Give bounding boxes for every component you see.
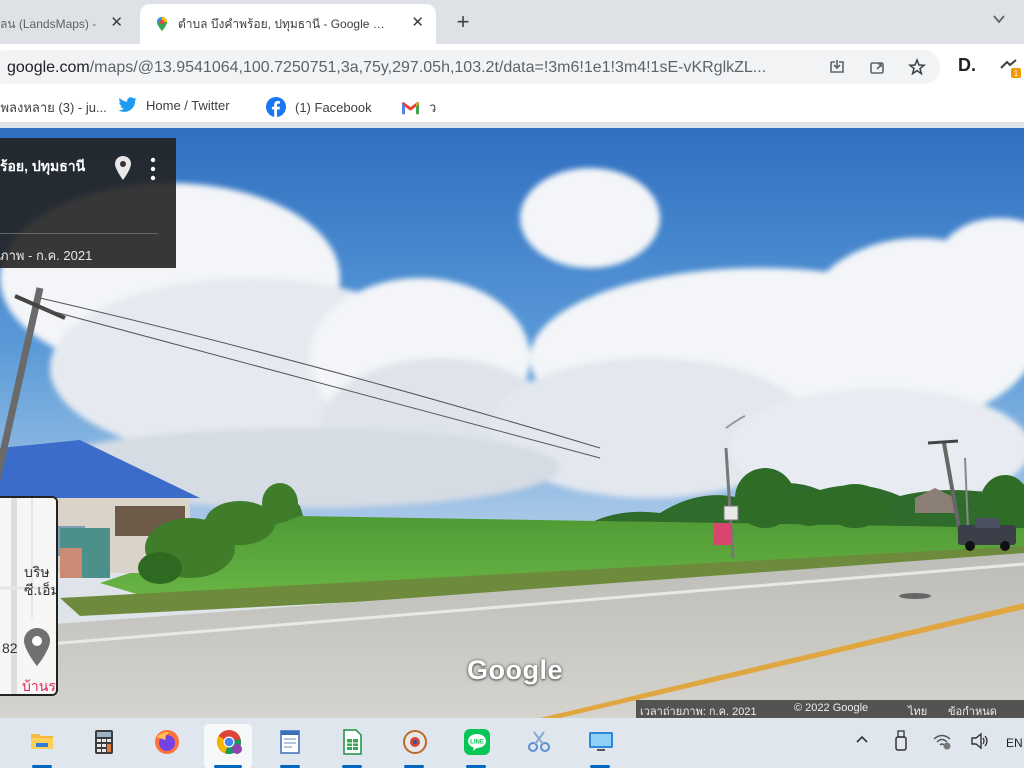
bookmark-twitter[interactable]: Home / Twitter xyxy=(118,97,230,113)
input-language-indicator[interactable]: EN xyxy=(1006,736,1023,750)
chrome-icon xyxy=(216,730,242,754)
tab-close-icon[interactable]: ✕ xyxy=(110,15,123,30)
taskbar-file-explorer[interactable] xyxy=(18,724,66,768)
bookmark-label: เพลงหลาย (3) - ju... xyxy=(0,100,107,115)
more-options-icon[interactable] xyxy=(146,156,160,182)
attribution-language[interactable]: ไทย xyxy=(908,702,927,718)
facebook-icon xyxy=(266,97,286,117)
taskbar-line[interactable]: LINE xyxy=(452,724,500,768)
photo-viewer-icon xyxy=(403,730,427,754)
svg-text:1: 1 xyxy=(1014,69,1019,78)
card-divider xyxy=(0,233,158,234)
taskbar-snipping-tool[interactable] xyxy=(514,724,562,768)
tab-title: ลน (LandsMaps) - xyxy=(0,16,97,31)
roadside-sign xyxy=(714,523,732,545)
share-icon[interactable] xyxy=(868,58,886,76)
street-view-panorama[interactable]: ร้อย, ปทุมธานี ภาพ - ก.ค. 2021 บริษ ซี.เ… xyxy=(0,128,1024,718)
attribution-terms[interactable]: ข้อกำหนด xyxy=(948,702,997,718)
taskbar-remote-desktop[interactable] xyxy=(576,724,624,768)
google-maps-favicon-icon xyxy=(157,17,167,31)
bookmark-facebook[interactable]: (1) Facebook xyxy=(266,97,372,117)
roadside-sign-small xyxy=(723,505,739,521)
tab-close-icon[interactable]: ✕ xyxy=(411,15,424,30)
windows-taskbar: LINE EN xyxy=(0,718,1024,768)
bookmark-item[interactable]: เพลงหลาย (3) - ju... xyxy=(0,97,107,118)
address-bar[interactable]: google.com/maps/@13.9541064,100.7250751,… xyxy=(0,50,940,84)
snipping-tool-icon xyxy=(528,731,550,752)
google-logo: Google xyxy=(467,655,563,685)
profile-extension-icon[interactable]: D. xyxy=(958,55,976,76)
location-info-card: ร้อย, ปทุมธานี ภาพ - ก.ค. 2021 xyxy=(0,138,176,268)
volume-icon[interactable] xyxy=(970,732,990,750)
usb-device-icon[interactable] xyxy=(895,730,907,752)
taskbar-calculator[interactable] xyxy=(80,724,128,768)
url-host: google.com xyxy=(7,59,90,76)
twitter-icon xyxy=(118,97,137,112)
install-app-icon[interactable] xyxy=(828,58,846,76)
manhole xyxy=(899,593,931,599)
taskbar-firefox[interactable] xyxy=(142,724,190,768)
extension-update-icon[interactable]: 1 xyxy=(998,56,1022,80)
tab-landsmaps[interactable]: ลน (LandsMaps) - ✕ xyxy=(0,4,135,44)
mini-map-label: ซี.เอ็ม xyxy=(24,582,58,598)
map-pin-icon xyxy=(24,628,50,666)
place-title: ร้อย, ปทุมธานี xyxy=(0,158,86,174)
network-icon[interactable] xyxy=(932,732,952,750)
capture-date[interactable]: ภาพ - ก.ค. 2021 xyxy=(0,245,92,266)
tab-search-chevron-icon[interactable] xyxy=(992,12,1006,26)
bookmark-label: ว xyxy=(429,100,437,115)
bookmark-star-icon[interactable] xyxy=(908,58,926,76)
taskbar-photo-viewer[interactable] xyxy=(390,724,438,768)
spreadsheet-icon xyxy=(343,729,362,755)
bookmark-label: Home / Twitter xyxy=(146,97,230,113)
line-icon: LINE xyxy=(464,729,490,755)
new-tab-plus-icon[interactable]: + xyxy=(450,9,476,35)
browser-toolbar: google.com/maps/@13.9541064,100.7250751,… xyxy=(0,44,1024,90)
bookmark-gmail[interactable]: ว xyxy=(401,97,436,118)
calculator-icon xyxy=(95,730,113,754)
tab-strip: ลน (LandsMaps) - ✕ ตำบล บึงคำพร้อย, ปทุม… xyxy=(0,0,1024,44)
mini-map-label: 82 xyxy=(2,640,18,656)
bookmark-label: (1) Facebook xyxy=(295,99,372,115)
url-path: /maps/@13.9541064,100.7250751,3a,75y,297… xyxy=(89,59,767,76)
remote-desktop-icon xyxy=(589,732,613,751)
attribution-bar: เวลาถ่ายภาพ: ก.ค. 2021 © 2022 Google ไทย… xyxy=(636,700,1024,718)
firefox-icon xyxy=(155,730,179,754)
bookmarks-bar: เพลงหลาย (3) - ju... Home / Twitter (1) … xyxy=(0,90,1024,123)
tab-title: ตำบล บึงคำพร้อย, ปทุมธานี - Google Maps xyxy=(178,16,390,31)
taskbar-chrome[interactable] xyxy=(204,724,252,768)
taskbar-notepad[interactable] xyxy=(266,724,314,768)
url-text[interactable]: google.com/maps/@13.9541064,100.7250751,… xyxy=(7,59,807,77)
notepad-icon xyxy=(280,730,300,754)
svg-text:LINE: LINE xyxy=(470,740,484,746)
show-hidden-icons-chevron-icon[interactable] xyxy=(855,734,869,744)
tab-google-maps[interactable]: ตำบล บึงคำพร้อย, ปทุมธานี - Google Maps … xyxy=(140,4,436,44)
attribution-capture: เวลาถ่ายภาพ: ก.ค. 2021 xyxy=(640,706,757,718)
file-explorer-icon xyxy=(31,734,53,749)
attribution-copyright: © 2022 Google xyxy=(794,702,869,714)
taskbar-spreadsheet[interactable] xyxy=(328,724,376,768)
location-pin-icon[interactable] xyxy=(115,156,131,180)
gmail-icon xyxy=(402,101,419,114)
mini-map[interactable]: บริษ ซี.เอ็ม 82 บ้านร xyxy=(0,496,58,696)
mini-map-label: บ้านร xyxy=(22,678,56,694)
